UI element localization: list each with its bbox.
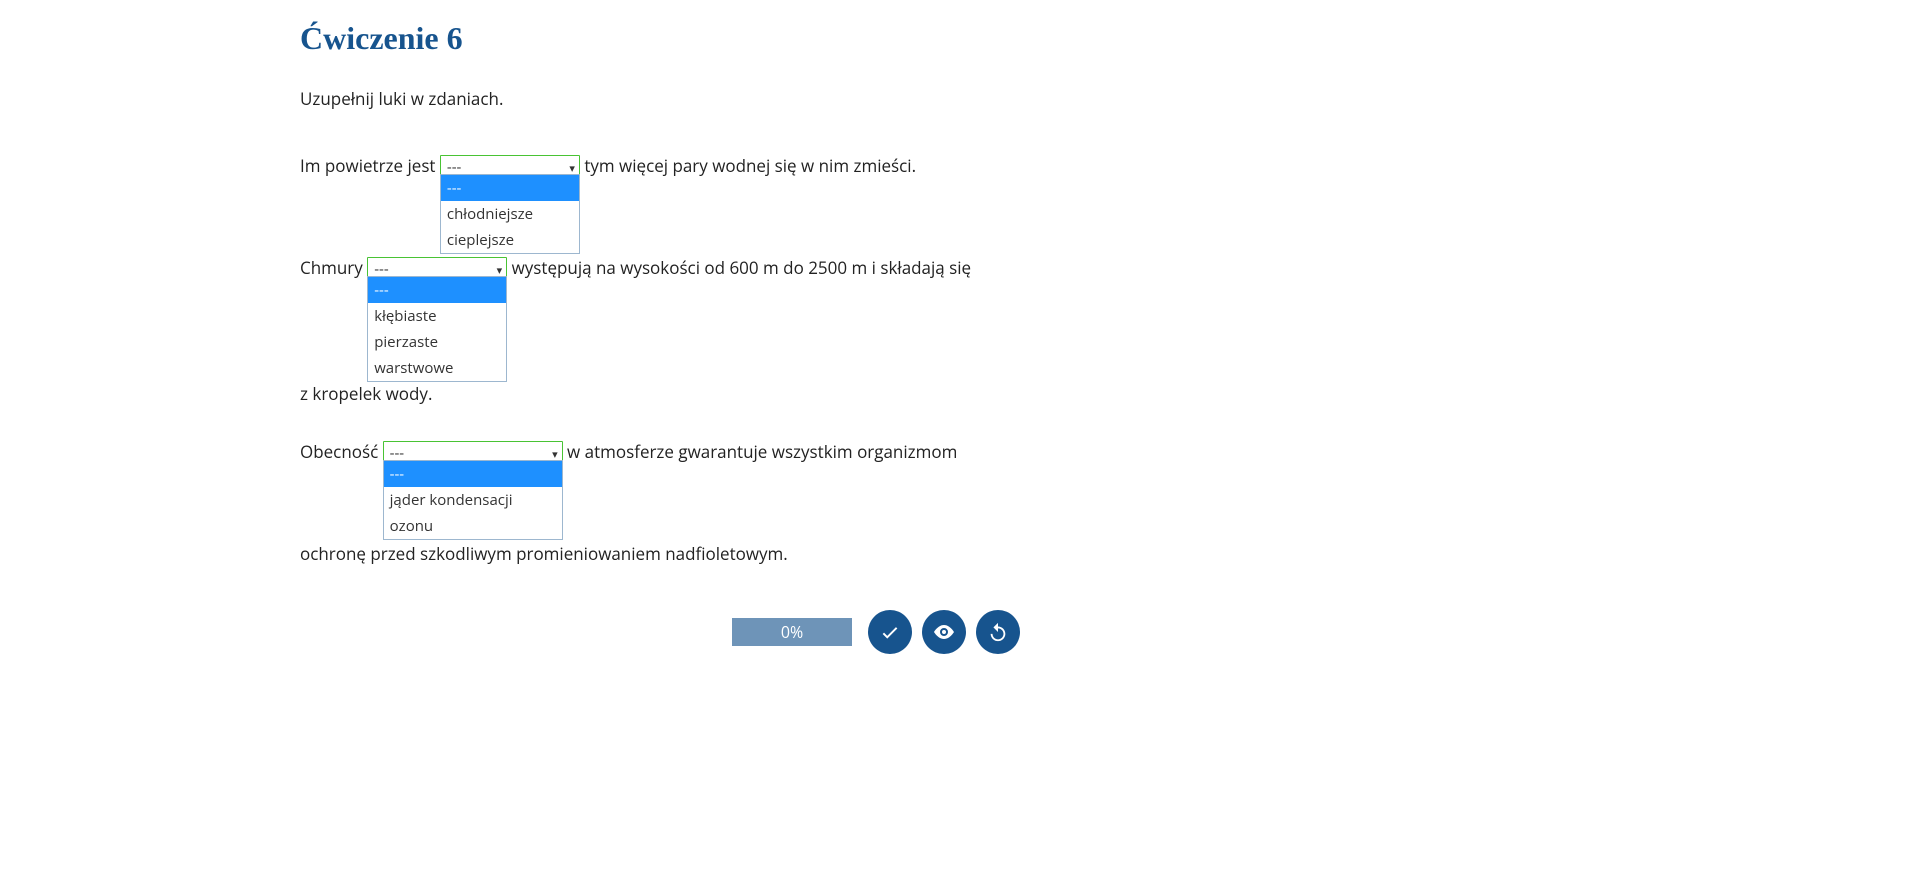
select-1-option-1[interactable]: chłodniejsze (441, 201, 579, 227)
sentence-3-cont: ochronę przed szkodliwym promieniowaniem… (300, 538, 1020, 570)
select-3-wrapper: --- --- jąder kondensacji ozonu (383, 436, 563, 468)
check-icon (879, 621, 901, 643)
select-1-wrapper: --- --- chłodniejsze cieplejsze (440, 150, 580, 182)
sentence-3-after: w atmosferze gwarantuje wszystkim organi… (563, 440, 958, 463)
sentence-3: Obecność --- --- jąder kondensacji ozonu… (300, 436, 1020, 468)
select-1-option-0[interactable]: --- (441, 175, 579, 201)
select-2-option-1[interactable]: kłębiaste (368, 303, 506, 329)
footer-controls: 0% (300, 610, 1020, 654)
select-1-option-2[interactable]: cieplejsze (441, 227, 579, 253)
select-2-option-2[interactable]: pierzaste (368, 329, 506, 355)
sentence-1: Im powietrze jest --- --- chłodniejsze c… (300, 150, 1020, 182)
sentence-2-before: Chmury (300, 256, 367, 279)
select-3-option-0[interactable]: --- (384, 461, 562, 487)
sentence-3-before: Obecność (300, 440, 383, 463)
show-answer-button[interactable] (922, 610, 966, 654)
select-2-option-3[interactable]: warstwowe (368, 355, 506, 381)
select-1-dropdown: --- chłodniejsze cieplejsze (440, 174, 580, 254)
reset-button[interactable] (976, 610, 1020, 654)
exercise-title: Ćwiczenie 6 (300, 20, 1020, 57)
sentence-2-after: występują na wysokości od 600 m do 2500 … (507, 256, 971, 279)
refresh-icon (987, 621, 1009, 643)
sentence-1-before: Im powietrze jest (300, 154, 440, 177)
select-3-option-2[interactable]: ozonu (384, 513, 562, 539)
check-button[interactable] (868, 610, 912, 654)
spacer-1 (300, 182, 1020, 252)
sentence-2-cont: z kropelek wody. (300, 378, 1020, 410)
sentence-1-after: tym więcej pary wodnej się w nim zmieści… (580, 154, 916, 177)
select-3-option-1[interactable]: jąder kondensacji (384, 487, 562, 513)
exercise-container: Ćwiczenie 6 Uzupełnij luki w zdaniach. I… (300, 0, 1020, 654)
select-3-dropdown: --- jąder kondensacji ozonu (383, 460, 563, 540)
progress-indicator: 0% (732, 618, 852, 646)
gap-2-3 (300, 418, 1020, 436)
select-2-wrapper: --- --- kłębiaste pierzaste warstwowe (367, 252, 507, 284)
sentence-2: Chmury --- --- kłębiaste pierzaste warst… (300, 252, 1020, 284)
eye-icon (932, 620, 956, 644)
instruction-text: Uzupełnij luki w zdaniach. (300, 87, 1020, 110)
select-2-dropdown: --- kłębiaste pierzaste warstwowe (367, 276, 507, 382)
select-2-option-0[interactable]: --- (368, 277, 506, 303)
